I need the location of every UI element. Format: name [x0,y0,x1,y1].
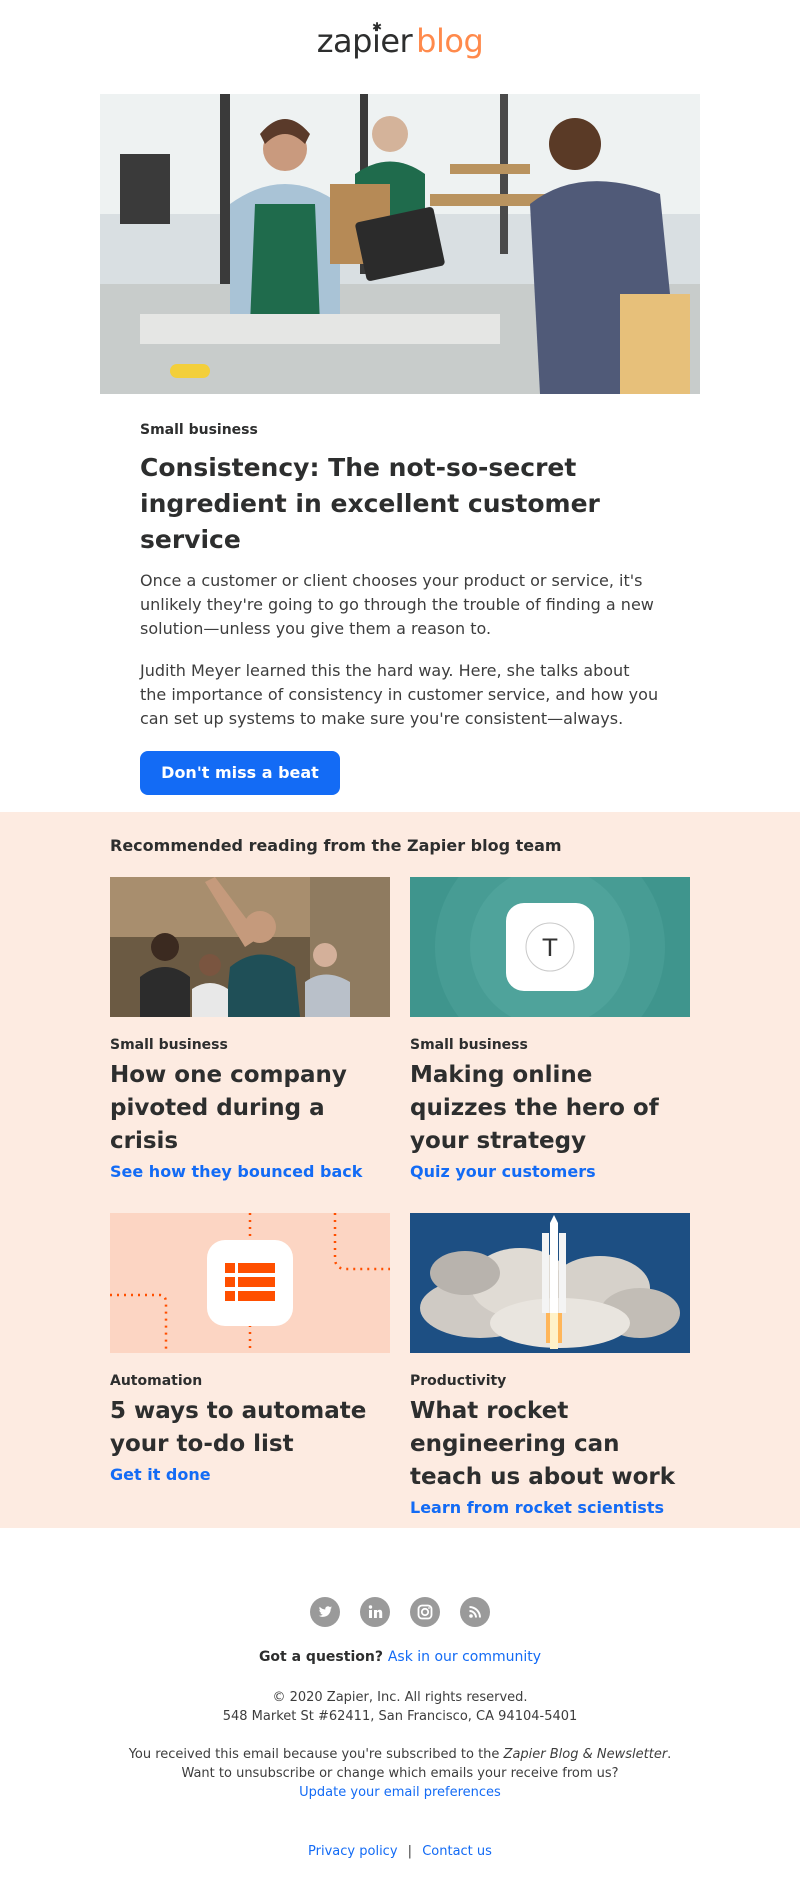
privacy-policy-link[interactable]: Privacy policy [308,1844,397,1859]
hero-image[interactable] [100,94,700,394]
recommended-card-rocket: Productivity What rocket engineering can… [410,1213,690,1517]
article-paragraph-2: Judith Meyer learned this the hard way. … [140,661,659,728]
recommended-card-quizzes: T Small business Making online quizzes t… [410,877,690,1181]
twitter-icon[interactable] [310,1597,340,1627]
copyright-block: © 2020 Zapier, Inc. All rights reserved.… [0,1688,800,1726]
social-links [0,1597,800,1627]
quiz-app-thumbnail[interactable]: T [410,877,690,1017]
instagram-icon[interactable] [410,1597,440,1627]
question-line: Got a question? Ask in our community [0,1648,800,1667]
recommended-reading-section: Recommended reading from the Zapier blog… [0,812,800,1528]
card-category: Automation [110,1373,203,1389]
recommended-card-todo: Automation 5 ways to automate your to-do… [110,1213,390,1484]
card-title[interactable]: How one company pivoted during a crisis [110,1059,390,1158]
card-title[interactable]: Making online quizzes the hero of your s… [410,1059,690,1158]
subscription-note: You received this email because you're s… [0,1745,800,1764]
dont-miss-a-beat-button[interactable]: Don't miss a beat [140,751,340,795]
copyright-text: © 2020 Zapier, Inc. All rights reserved. [272,1690,528,1705]
logo-word-zapier: zapier [316,22,413,60]
quiz-your-customers-link[interactable]: Quiz your customers [410,1162,690,1181]
todo-list-thumbnail[interactable] [110,1213,390,1353]
learn-from-rocket-scientists-link[interactable]: Learn from rocket scientists [410,1498,690,1517]
rss-icon[interactable] [460,1597,490,1627]
link-separator: | [407,1844,413,1859]
card-category: Small business [110,1037,228,1053]
featured-article: Small business Consistency: The not-so-s… [140,422,660,795]
unsubscribe-text: Want to unsubscribe or change which emai… [181,1766,619,1781]
recommended-card-pivot: Small business How one company pivoted d… [110,877,390,1181]
crowd-photo-thumbnail[interactable] [110,877,390,1017]
article-paragraph-1: Once a customer or client chooses your p… [140,571,654,638]
quiz-logo-letter: T [542,934,558,962]
contact-us-link[interactable]: Contact us [422,1844,492,1859]
card-title[interactable]: 5 ways to automate your to-do list [110,1395,390,1461]
card-title[interactable]: What rocket engineering can teach us abo… [410,1395,690,1494]
get-it-done-link[interactable]: Get it done [110,1465,390,1484]
address-text: 548 Market St #62411, San Francisco, CA … [222,1709,578,1724]
card-category: Small business [410,1037,528,1053]
article-title[interactable]: Consistency: The not-so-secret ingredien… [140,450,660,558]
zapier-blog-logo[interactable]: ✱ zapier blog [0,20,800,68]
card-category: Productivity [410,1373,507,1389]
rocket-launch-thumbnail[interactable] [410,1213,690,1353]
newsletter-name: Zapier Blog & Newsletter [503,1747,668,1762]
see-how-they-bounced-back-link[interactable]: See how they bounced back [110,1162,390,1181]
update-email-preferences-link[interactable]: Update your email preferences [299,1785,501,1800]
footer-links: Privacy policy | Contact us [0,1842,800,1861]
article-category: Small business [140,422,258,438]
question-text: Got a question? [258,1649,383,1665]
logo-word-blog: blog [416,22,484,60]
asterisk-icon: ✱ [372,20,383,34]
subscription-prefix: You received this email because you're s… [128,1747,500,1762]
subscription-block: You received this email because you're s… [0,1745,800,1802]
linkedin-icon[interactable] [360,1597,390,1627]
ask-in-community-link[interactable]: Ask in our community [388,1649,541,1665]
recommended-heading: Recommended reading from the Zapier blog… [110,836,562,855]
subscription-suffix: . [667,1747,672,1762]
